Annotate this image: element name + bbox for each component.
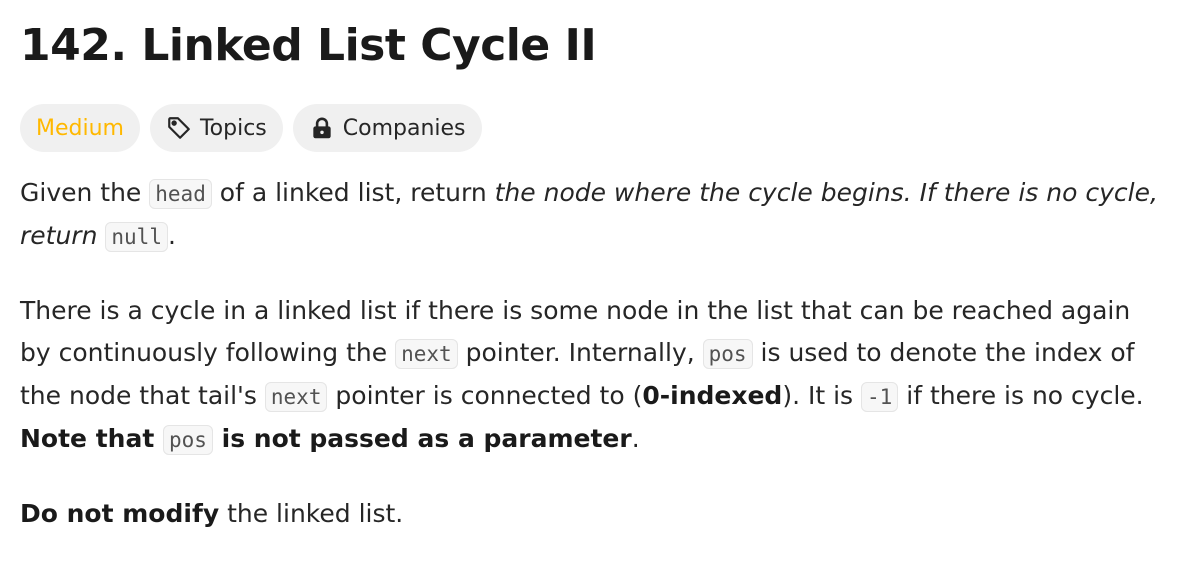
text: . (631, 424, 640, 453)
companies-label: Companies (342, 115, 466, 141)
inline-code: -1 (861, 382, 899, 412)
problem-title[interactable]: 142. Linked List Cycle II (20, 0, 1160, 74)
text: ). It is (782, 381, 862, 410)
bold-text: Note that (20, 424, 163, 453)
problem-description: Given the head of a linked list, return … (20, 172, 1160, 535)
bold-text: is not passed as a parameter (212, 424, 632, 453)
tag-row: Medium Topics Companies (20, 104, 1160, 152)
description-paragraph: Given the head of a linked list, return … (20, 172, 1160, 258)
text: . (167, 221, 176, 250)
inline-code: head (149, 179, 212, 209)
text: the linked list. (219, 499, 404, 528)
bold-text: 0-indexed (642, 381, 783, 410)
tag-icon (168, 117, 190, 139)
lock-icon (313, 117, 331, 139)
topics-button[interactable]: Topics (149, 104, 283, 152)
text: pointer is connected to ( (327, 381, 643, 410)
description-paragraph: There is a cycle in a linked list if the… (20, 290, 1160, 461)
bold-text: Do not modify (20, 499, 220, 528)
companies-button[interactable]: Companies (292, 104, 482, 152)
topics-label: Topics (199, 115, 267, 141)
problem-panel: 142. Linked List Cycle II Medium Topics … (0, 0, 1180, 535)
difficulty-badge: Medium (20, 104, 140, 152)
inline-code: null (105, 222, 168, 252)
inline-code: pos (702, 339, 753, 369)
text: of a linked list, return (211, 178, 495, 207)
text: Given the (20, 178, 150, 207)
difficulty-label: Medium (36, 115, 124, 141)
inline-code: next (395, 339, 458, 369)
text: if there is no cycle. (898, 381, 1144, 410)
inline-code: next (264, 382, 328, 412)
description-paragraph: Do not modify the linked list. (20, 493, 1160, 535)
inline-code: pos (162, 425, 213, 455)
text: pointer. Internally, (457, 338, 703, 367)
